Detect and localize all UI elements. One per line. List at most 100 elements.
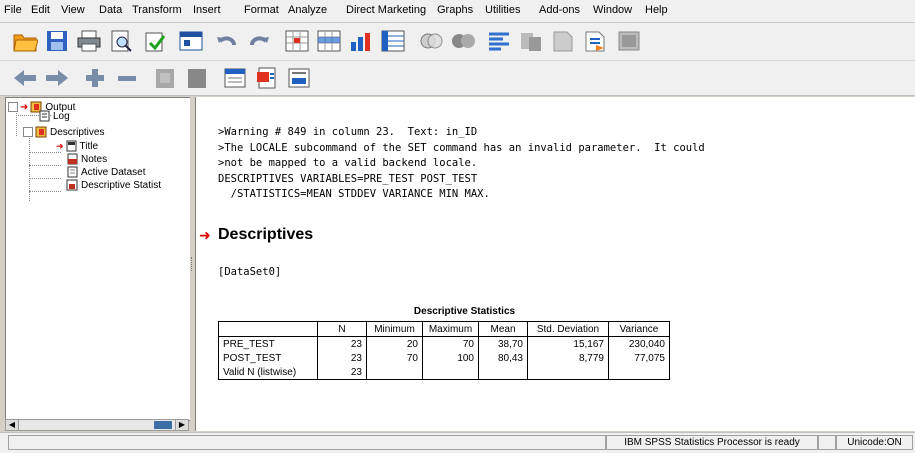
arrow-icon: ➜ (20, 101, 29, 113)
table-icon (66, 179, 78, 191)
collapse-minus-icon[interactable] (112, 64, 142, 92)
table-cell (366, 365, 423, 380)
table-cell: 23 (317, 365, 367, 380)
header-cell: Mean (478, 321, 528, 337)
goto-data-icon[interactable] (282, 27, 312, 55)
table-title: Descriptive Statistics (413, 306, 516, 317)
splitter-grip (191, 257, 194, 271)
select-cases-icon[interactable] (416, 27, 446, 55)
header-cell: Variance (608, 321, 670, 337)
current-item-arrow-icon: ➜ (199, 227, 211, 243)
table-cell: 100 (422, 351, 479, 365)
undo-icon[interactable] (212, 27, 242, 55)
menu-format[interactable]: Format (244, 4, 279, 16)
table-header-row: N Minimum Maximum Mean Std. Deviation Va… (218, 321, 670, 337)
scroll-right-icon[interactable]: ▶ (175, 420, 188, 430)
tree-item-notes[interactable]: Notes (66, 152, 107, 166)
row-label: PRE_TEST (218, 336, 318, 351)
data-editor-icon[interactable] (378, 27, 408, 55)
use-sets-icon[interactable] (516, 27, 546, 55)
tree-item-active-dataset[interactable]: Active Dataset (66, 165, 145, 179)
status-spacer (818, 435, 836, 450)
expand-plus-icon[interactable] (80, 64, 110, 92)
menu-bar: File Edit View Data Transform Insert For… (0, 0, 915, 23)
header-cell: Maximum (422, 321, 479, 337)
table-cell: 20 (366, 336, 423, 351)
variables-icon[interactable] (346, 27, 376, 55)
log-line: >not be mapped to a valid backend locale… (218, 157, 478, 169)
main-toolbar (0, 23, 915, 61)
print-preview-icon[interactable] (106, 27, 136, 55)
table-cell: 23 (317, 336, 367, 351)
header-cell: N (317, 321, 367, 337)
insert-heading-icon[interactable] (220, 64, 250, 92)
menu-direct-marketing[interactable]: Direct Marketing (346, 4, 426, 16)
save-icon[interactable] (42, 27, 72, 55)
dialog-recall-icon[interactable] (176, 27, 206, 55)
tree-item-log[interactable]: Log (38, 109, 70, 123)
tree-item-descriptives[interactable]: Descriptives (23, 125, 104, 139)
header-cell: Std. Deviation (527, 321, 609, 337)
menu-help[interactable]: Help (645, 4, 668, 16)
menu-utilities[interactable]: Utilities (485, 4, 520, 16)
menu-file[interactable]: File (4, 4, 22, 16)
tree-label: Descriptive Statist (81, 179, 162, 191)
hide-icon[interactable] (182, 64, 212, 92)
demote-arrow-right-icon[interactable] (42, 64, 72, 92)
pane-splitter[interactable] (190, 97, 194, 431)
collapse-box-icon[interactable] (8, 102, 18, 112)
table-row: POST_TEST 23 70 100 80,43 8,779 77,075 (218, 351, 670, 365)
menu-data[interactable]: Data (99, 4, 122, 16)
table-cell: 15,167 (527, 336, 609, 351)
menu-analyze[interactable]: Analyze (288, 4, 327, 16)
section-title[interactable]: Descriptives (218, 226, 313, 244)
menu-add-ons[interactable]: Add-ons (539, 4, 580, 16)
log-line: >The LOCALE subcommand of the SET comman… (218, 141, 705, 154)
table-cell: 70 (366, 351, 423, 365)
show-icon[interactable] (150, 64, 180, 92)
scroll-thumb[interactable] (154, 421, 172, 429)
export-icon[interactable] (140, 27, 170, 55)
descriptive-statistics-table[interactable]: N Minimum Maximum Mean Std. Deviation Va… (218, 321, 670, 380)
scroll-left-icon[interactable]: ◀ (6, 420, 19, 430)
redo-icon[interactable] (244, 27, 274, 55)
weight-cases-icon[interactable] (448, 27, 478, 55)
open-folder-icon[interactable] (10, 27, 40, 55)
dataset-label: [DataSet0] (218, 266, 282, 278)
outline-horizontal-scrollbar[interactable]: ◀ ▶ (5, 419, 189, 431)
header-corner (218, 321, 318, 337)
syntax-log-text: >Warning # 849 in column 23. Text: in_ID… (218, 125, 705, 203)
header-cell: Minimum (366, 321, 423, 337)
goto-case-icon[interactable] (314, 27, 344, 55)
print-icon[interactable] (74, 27, 104, 55)
book-icon (35, 126, 47, 138)
log-line: >Warning # 849 in column 23. Text: in_ID (218, 126, 478, 138)
spell-check-icon[interactable] (580, 27, 610, 55)
status-message-area (8, 435, 606, 450)
tree-label: Notes (81, 153, 108, 165)
table-cell: 230,040 (608, 336, 670, 351)
table-cell: 23 (317, 351, 367, 365)
menu-window[interactable]: Window (593, 4, 632, 16)
insert-title-icon[interactable] (252, 64, 282, 92)
menu-view[interactable]: View (61, 4, 85, 16)
menu-graphs[interactable]: Graphs (437, 4, 473, 16)
tree-label: Log (53, 110, 70, 122)
menu-insert[interactable]: Insert (193, 4, 221, 16)
promote-arrow-left-icon[interactable] (10, 64, 40, 92)
log-line: /STATISTICS=MEAN STDDEV VARIANCE MIN MAX… (218, 188, 490, 200)
outline-toolbar (0, 61, 915, 96)
table-cell: 77,075 (608, 351, 670, 365)
maximize-icon[interactable] (614, 27, 644, 55)
menu-edit[interactable]: Edit (31, 4, 50, 16)
insert-text-icon[interactable] (284, 64, 314, 92)
title-icon (66, 140, 77, 152)
outline-pane: ➜ Output Log Descriptives ➜ Title Notes … (5, 97, 191, 421)
value-labels-icon[interactable] (484, 27, 514, 55)
show-all-icon[interactable] (548, 27, 578, 55)
collapse-box-icon[interactable] (23, 127, 33, 137)
tree-item-descriptive-statistics[interactable]: Descriptive Statist (66, 178, 161, 192)
tree-item-title[interactable]: ➜ Title (56, 139, 98, 153)
table-cell: 38,70 (478, 336, 528, 351)
menu-transform[interactable]: Transform (132, 4, 182, 16)
